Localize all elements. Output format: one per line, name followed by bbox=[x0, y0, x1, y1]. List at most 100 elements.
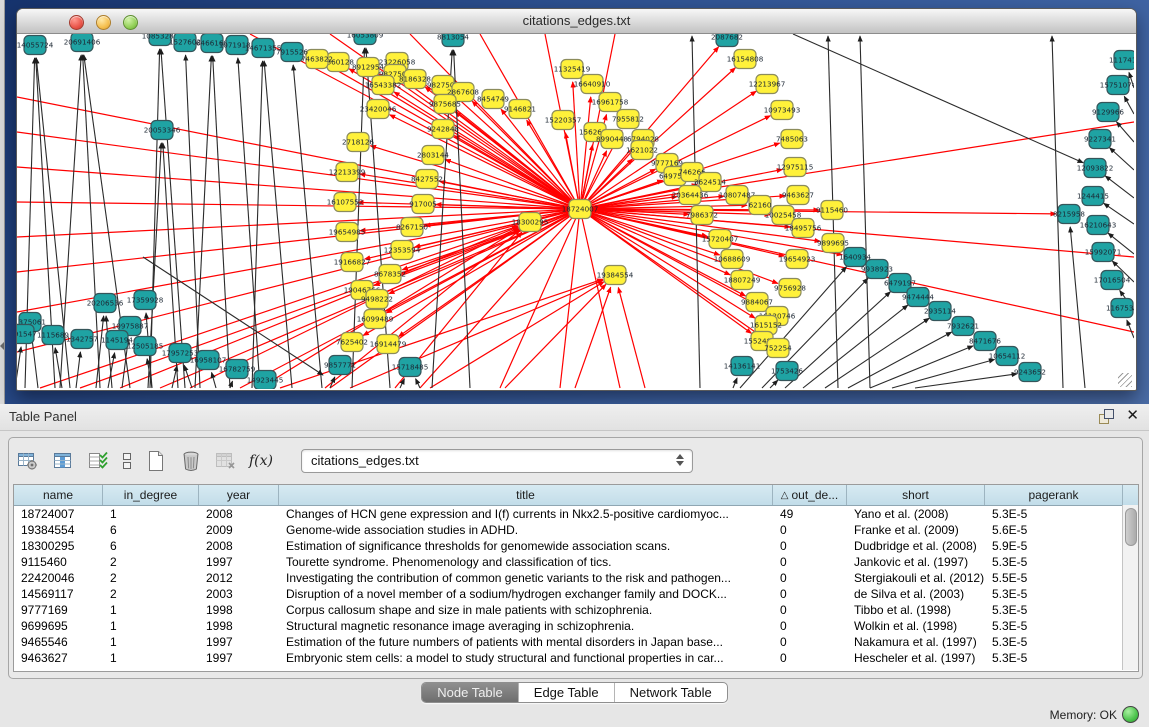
graph-node[interactable]: 19654985 bbox=[329, 223, 366, 242]
table-cell-in-degree[interactable]: 1 bbox=[103, 506, 199, 522]
citation-edge-black[interactable] bbox=[733, 378, 737, 388]
graph-node[interactable]: 18807249 bbox=[724, 271, 761, 290]
citation-edge-black[interactable] bbox=[803, 305, 908, 388]
table-cell-short[interactable]: Hescheler et al. (1997) bbox=[847, 650, 985, 666]
network-window-titlebar[interactable]: citations_edges.txt bbox=[17, 9, 1136, 34]
graph-node[interactable]: 9243652 bbox=[1014, 363, 1046, 382]
graph-node[interactable]: 391547 bbox=[17, 325, 37, 344]
citation-edge-black[interactable] bbox=[172, 366, 177, 388]
table-row[interactable]: 2242004622012Investigating the contribut… bbox=[14, 570, 1138, 586]
graph-node[interactable]: 9756928 bbox=[774, 279, 806, 298]
graph-node[interactable]: 15751074 bbox=[1100, 76, 1134, 95]
table-cell-year[interactable]: 2012 bbox=[199, 570, 279, 586]
table-row[interactable]: 977716911998Corpus callosum shape and si… bbox=[14, 602, 1138, 618]
graph-node[interactable]: 9129966 bbox=[1092, 103, 1124, 122]
graph-node[interactable]: 1244415 bbox=[1077, 187, 1109, 206]
citation-edge-red[interactable] bbox=[17, 209, 580, 352]
citation-edge-black[interactable] bbox=[1117, 122, 1134, 142]
tab-node-table[interactable]: Node Table bbox=[422, 683, 518, 702]
citation-edge-black[interactable] bbox=[770, 380, 778, 388]
citation-edge-black[interactable] bbox=[212, 372, 216, 388]
citation-edge-black[interactable] bbox=[1105, 176, 1134, 198]
import-table-icon[interactable] bbox=[85, 448, 111, 474]
table-cell-pagerank[interactable]: 5.3E-5 bbox=[985, 554, 1123, 570]
graph-node[interactable]: 15720407 bbox=[702, 230, 739, 249]
citation-edge-red[interactable] bbox=[580, 209, 1134, 332]
graph-node[interactable]: 2803144 bbox=[417, 146, 449, 165]
citation-edge-black[interactable] bbox=[1070, 227, 1085, 388]
graph-node[interactable]: 16210643 bbox=[1080, 216, 1117, 235]
table-cell-short[interactable]: Stergiakouli et al. (2012) bbox=[847, 570, 985, 586]
table-cell-in-degree[interactable]: 1 bbox=[103, 618, 199, 634]
table-cell-name[interactable]: 9465546 bbox=[14, 634, 103, 650]
tab-network-table[interactable]: Network Table bbox=[614, 683, 727, 702]
citation-edge-black[interactable] bbox=[161, 49, 185, 388]
tab-edge-table[interactable]: Edge Table bbox=[518, 683, 614, 702]
table-cell-year[interactable]: 1997 bbox=[199, 650, 279, 666]
table-cell-out-de-[interactable]: 0 bbox=[773, 650, 847, 666]
graph-node[interactable]: 8427552 bbox=[411, 170, 443, 189]
graph-node[interactable]: 9227341 bbox=[1084, 130, 1116, 149]
table-cell-short[interactable]: Tibbo et al. (1998) bbox=[847, 602, 985, 618]
graph-node[interactable]: 752254 bbox=[764, 339, 792, 358]
graph-node[interactable]: 8267150 bbox=[396, 218, 428, 237]
table-cell-title[interactable]: Structural magnetic resonance image aver… bbox=[279, 618, 773, 634]
citation-edge-black[interactable] bbox=[32, 335, 38, 388]
network-canvas[interactable]: 8860128891295423226058982750981863281654… bbox=[17, 34, 1134, 389]
table-cell-title[interactable]: Investigating the contribution of common… bbox=[279, 570, 773, 586]
table-row[interactable]: 1938455462009Genome-wide association stu… bbox=[14, 522, 1138, 538]
table-row[interactable]: 1830029562008Estimation of significance … bbox=[14, 538, 1138, 554]
table-cell-pagerank[interactable]: 5.6E-5 bbox=[985, 522, 1123, 538]
table-cell-short[interactable]: Wolkin et al. (1998) bbox=[847, 618, 985, 634]
table-cell-out-de-[interactable]: 0 bbox=[773, 634, 847, 650]
table-cell-out-de-[interactable]: 0 bbox=[773, 618, 847, 634]
network-table-selector[interactable]: citations_edges.txt bbox=[301, 449, 693, 473]
table-cell-out-de-[interactable]: 0 bbox=[773, 570, 847, 586]
table-cell-title[interactable]: Corpus callosum shape and size in male p… bbox=[279, 602, 773, 618]
table-row[interactable]: 946362711997Embryonic stem cells: a mode… bbox=[14, 650, 1138, 666]
graph-node[interactable]: 12093822 bbox=[1077, 159, 1114, 178]
graph-node[interactable]: 1117419 bbox=[1109, 51, 1134, 70]
table-row[interactable]: 969969511998Structural magnetic resonanc… bbox=[14, 618, 1138, 634]
graph-node[interactable]: 19166827 bbox=[334, 253, 371, 272]
graph-node[interactable]: 16053809 bbox=[347, 34, 384, 45]
table-cell-in-degree[interactable]: 1 bbox=[103, 650, 199, 666]
table-cell-pagerank[interactable]: 5.3E-5 bbox=[985, 634, 1123, 650]
table-cell-in-degree[interactable]: 6 bbox=[103, 522, 199, 538]
new-table-icon[interactable] bbox=[143, 448, 169, 474]
column-header-pagerank[interactable]: pagerank bbox=[985, 485, 1123, 505]
citation-edge-black[interactable] bbox=[416, 379, 420, 388]
table-cell-name[interactable]: 9699695 bbox=[14, 618, 103, 634]
delete-column-icon[interactable] bbox=[213, 448, 239, 474]
table-cell-in-degree[interactable]: 1 bbox=[103, 602, 199, 618]
table-cell-year[interactable]: 2009 bbox=[199, 522, 279, 538]
table-cell-in-degree[interactable]: 2 bbox=[103, 570, 199, 586]
float-panel-icon[interactable] bbox=[1098, 408, 1114, 424]
graph-node[interactable]: 20691406 bbox=[64, 34, 101, 52]
citation-edge-red[interactable] bbox=[17, 209, 580, 237]
column-header-year[interactable]: year bbox=[199, 485, 279, 505]
graph-node[interactable]: 9115460 bbox=[816, 201, 848, 220]
table-cell-in-degree[interactable]: 2 bbox=[103, 586, 199, 602]
table-cell-short[interactable]: Jankovic et al. (1997) bbox=[847, 554, 985, 570]
table-cell-year[interactable]: 1997 bbox=[199, 554, 279, 570]
table-row[interactable]: 1456911722003Disruption of a novel membe… bbox=[14, 586, 1138, 602]
table-cell-year[interactable]: 2008 bbox=[199, 538, 279, 554]
table-row[interactable]: 911546021997Tourette syndrome. Phenomeno… bbox=[14, 554, 1138, 570]
table-cell-out-de-[interactable]: 0 bbox=[773, 522, 847, 538]
table-cell-name[interactable]: 22420046 bbox=[14, 570, 103, 586]
table-cell-short[interactable]: Dudbridge et al. (2008) bbox=[847, 538, 985, 554]
citation-graph[interactable]: 8860128891295423226058982750981863281654… bbox=[17, 34, 1134, 389]
table-cell-title[interactable]: Estimation of the future numbers of pati… bbox=[279, 634, 773, 650]
table-cell-year[interactable]: 1997 bbox=[199, 634, 279, 650]
table-cell-short[interactable]: Franke et al. (2009) bbox=[847, 522, 985, 538]
citation-edge-black[interactable] bbox=[793, 34, 1083, 163]
citation-edge-red[interactable] bbox=[580, 209, 620, 388]
citation-edge-black[interactable] bbox=[213, 56, 230, 388]
citation-edge-black[interactable] bbox=[76, 352, 80, 388]
table-row[interactable]: 1872400712008Changes of HCN gene express… bbox=[14, 506, 1138, 522]
close-panel-icon[interactable]: ✕ bbox=[1126, 408, 1139, 424]
table-cell-out-de-[interactable]: 0 bbox=[773, 538, 847, 554]
graph-node[interactable]: 17359928 bbox=[127, 291, 164, 310]
window-resize-grip[interactable] bbox=[1118, 373, 1132, 387]
